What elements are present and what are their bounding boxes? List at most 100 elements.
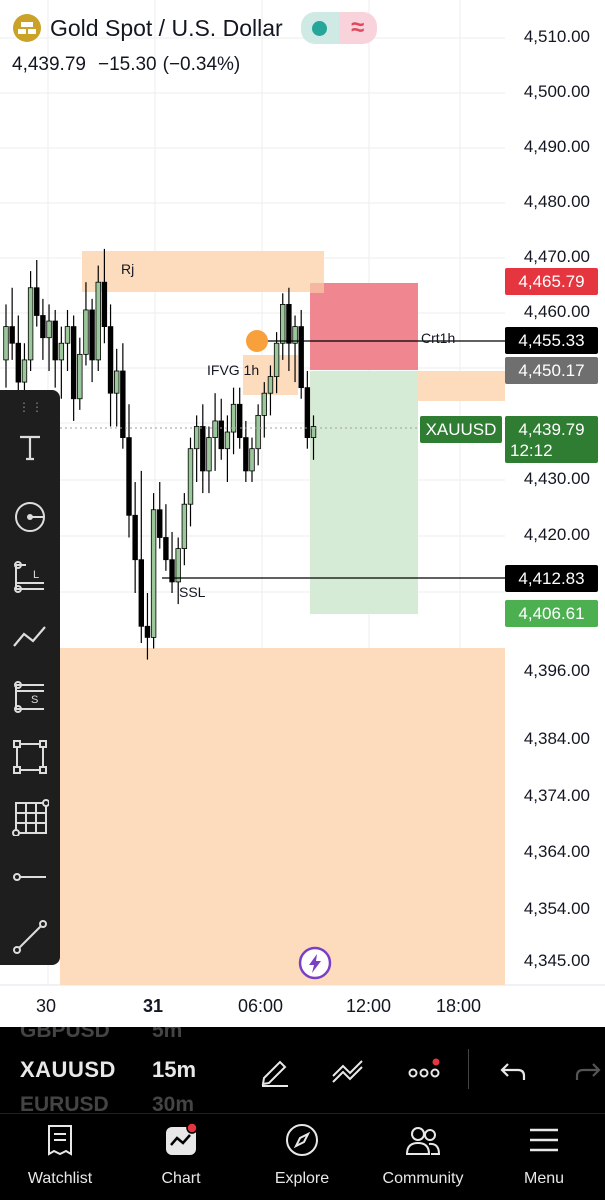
prev-symbol[interactable]: GBPUSD xyxy=(20,1027,110,1043)
candle-body xyxy=(249,448,255,472)
next-symbol[interactable]: EURUSD xyxy=(20,1093,109,1113)
flash-button-icon[interactable] xyxy=(298,946,332,980)
watchlist-icon xyxy=(40,1120,80,1160)
drawing-label-crt: Crt1h xyxy=(421,330,456,346)
symbol-header[interactable]: Gold Spot / U.S. Dollar ≈ 4,439.79 −15.3… xyxy=(12,12,377,76)
candle-body xyxy=(34,287,40,316)
price-change: −15.30 xyxy=(97,54,157,75)
time-label: 31 xyxy=(143,996,164,1016)
grid-icon[interactable] xyxy=(8,795,52,839)
alert-marker xyxy=(246,330,268,352)
drawing-label-ifvg: IFVG 1h xyxy=(207,362,260,378)
candle-body xyxy=(206,437,212,472)
candle-body xyxy=(267,376,274,394)
compass-icon xyxy=(282,1120,322,1160)
candle-body xyxy=(157,509,163,538)
candle-body xyxy=(200,426,206,472)
demand-zone xyxy=(60,648,505,985)
nav-menu[interactable]: Menu xyxy=(484,1120,604,1188)
long-position-icon[interactable]: L xyxy=(8,555,52,599)
price-change-pct: (−0.34%) xyxy=(162,54,241,75)
candle-body xyxy=(261,392,267,416)
drawing-toolbar[interactable]: ⋮⋮ L S xyxy=(0,390,60,965)
nav-community[interactable]: Community xyxy=(363,1120,483,1188)
candle-body xyxy=(218,420,224,450)
line-tool-icon[interactable] xyxy=(8,915,52,959)
current-timeframe[interactable]: 15m xyxy=(152,1057,196,1083)
overlap-zone xyxy=(310,283,324,293)
stop-loss-zone xyxy=(310,283,418,370)
price-tag: 4,412.83 xyxy=(505,565,598,592)
candle-body xyxy=(52,320,58,361)
nav-chart[interactable]: Chart xyxy=(121,1120,241,1188)
pencil-icon[interactable] xyxy=(255,1051,295,1091)
nav-label: Explore xyxy=(274,1170,330,1187)
price-tag: 4,455.33 xyxy=(505,327,598,354)
candle-body xyxy=(27,287,34,361)
market-open-dot-icon xyxy=(312,20,328,36)
trend-line-icon[interactable] xyxy=(8,615,52,659)
candle-body xyxy=(9,326,15,344)
next-timeframe[interactable]: 30m xyxy=(152,1093,194,1113)
candle-body xyxy=(236,403,243,438)
brush-circle-icon[interactable] xyxy=(8,495,52,539)
candle-body xyxy=(298,326,304,389)
redo-icon[interactable] xyxy=(568,1051,605,1091)
chart-canvas[interactable] xyxy=(0,0,605,1027)
price-tag: 4,406.61 xyxy=(505,600,598,627)
candle-body xyxy=(95,281,101,361)
symbol-title: Gold Spot / U.S. Dollar xyxy=(50,14,283,41)
candle-body xyxy=(304,387,311,438)
text-tool-icon[interactable] xyxy=(8,425,52,469)
nav-label: Community xyxy=(382,1170,464,1187)
price-axis-label: 4,374.00 xyxy=(523,786,590,805)
candle-body xyxy=(64,326,71,344)
rj-zone xyxy=(82,251,324,292)
price-axis-label: 4,500.00 xyxy=(523,82,590,101)
menu-icon xyxy=(524,1120,564,1160)
price-axis-label: 4,490.00 xyxy=(523,137,590,156)
candle-body xyxy=(3,326,9,361)
horizontal-line-icon[interactable] xyxy=(8,855,52,899)
candle-body xyxy=(40,315,46,339)
price-axis-label: 4,480.00 xyxy=(523,192,590,211)
drag-handle-icon[interactable]: ⋮⋮ xyxy=(18,400,44,414)
price-axis-label: 4,354.00 xyxy=(523,899,590,918)
candle-body xyxy=(193,426,200,450)
nav-label: Watchlist xyxy=(27,1170,93,1187)
candle-body xyxy=(187,448,194,505)
candle-body xyxy=(126,437,132,516)
price-tag-countdown: 12:12 xyxy=(510,441,553,460)
indicator-pill[interactable]: ≈ xyxy=(300,12,377,44)
candle-body xyxy=(107,326,114,394)
rectangle-icon[interactable] xyxy=(8,735,52,779)
svg-text:L: L xyxy=(33,569,39,581)
price-tag: 4,465.79 xyxy=(505,268,598,295)
undo-icon[interactable] xyxy=(493,1051,533,1091)
candle-body xyxy=(224,431,231,450)
prev-timeframe[interactable]: 5m xyxy=(152,1027,182,1043)
short-position-icon[interactable]: S xyxy=(8,675,52,719)
more-options-icon[interactable] xyxy=(404,1051,444,1091)
price-axis-label: 4,460.00 xyxy=(523,302,590,321)
price-axis-label: 4,430.00 xyxy=(523,469,590,488)
price-axis-label: 4,364.00 xyxy=(523,842,590,861)
symbol-selector-bar[interactable]: GBPUSD 5m XAUUSD 15m EURUSD 30m xyxy=(0,1027,605,1113)
last-price: 4,439.79 xyxy=(12,54,86,75)
price-tag: 4,450.17 xyxy=(505,357,598,384)
candle-body xyxy=(175,548,181,583)
current-symbol[interactable]: XAUUSD xyxy=(20,1057,116,1083)
candle-body xyxy=(273,342,280,377)
svg-text:S: S xyxy=(31,694,38,706)
price-axis-label: 4,345.00 xyxy=(523,951,590,970)
nav-explore[interactable]: Explore xyxy=(242,1120,362,1188)
price-axis-label: 4,470.00 xyxy=(523,247,590,266)
chart-area[interactable]: Gold Spot / U.S. Dollar ≈ 4,439.79 −15.3… xyxy=(0,0,605,1027)
nav-watchlist[interactable]: Watchlist xyxy=(0,1120,120,1188)
drawing-tools-icon[interactable] xyxy=(328,1051,368,1091)
candle-body xyxy=(255,414,261,450)
candle-body xyxy=(138,559,144,627)
nav-label: Chart xyxy=(161,1170,201,1187)
bottom-navigation[interactable]: Watchlist Chart Explore Community Menu xyxy=(0,1113,605,1200)
gold-logo-icon xyxy=(13,14,41,42)
